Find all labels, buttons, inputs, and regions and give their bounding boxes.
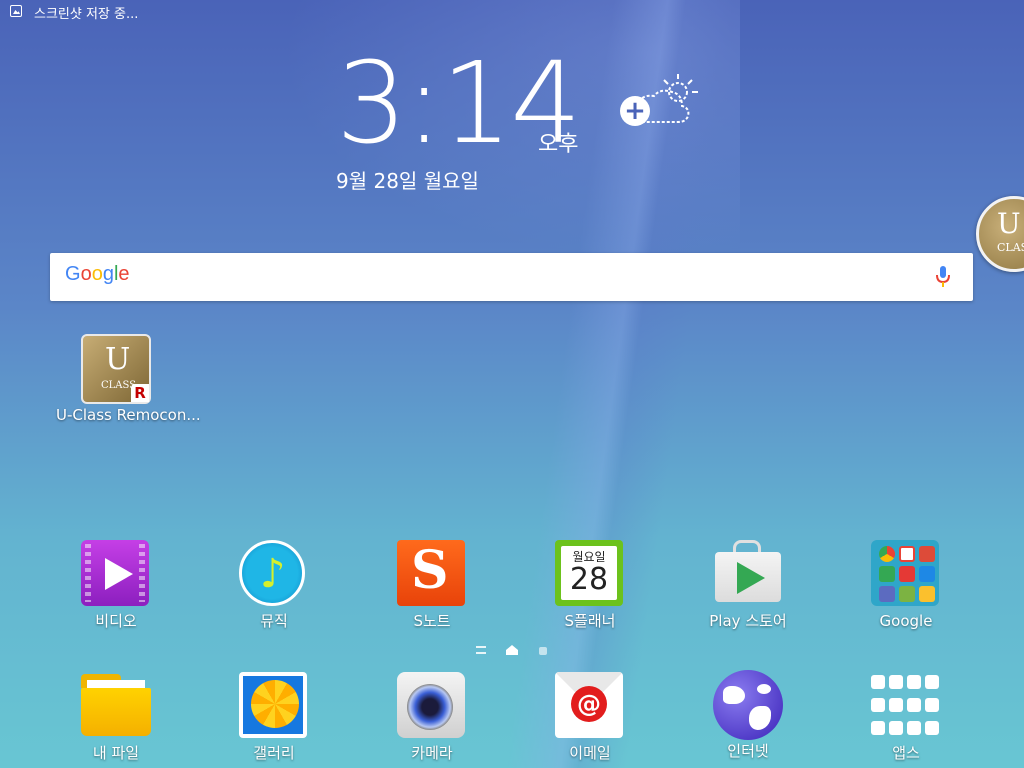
app-splanner[interactable]: 월요일 28 S플래너: [530, 540, 650, 631]
app-label: Play 스토어: [709, 612, 787, 630]
music-icon: ♪: [239, 540, 309, 608]
app-label: 뮤직: [260, 612, 288, 630]
gallery-icon: [239, 672, 309, 740]
app-music[interactable]: ♪ 뮤직: [214, 540, 334, 631]
weather-widget[interactable]: +: [620, 70, 710, 130]
app-gallery[interactable]: 갤러리: [214, 672, 334, 763]
uclass-remocon-icon: U CLASS R: [81, 334, 151, 404]
page-dot[interactable]: [539, 647, 547, 655]
app-label: 카메라: [411, 744, 453, 762]
app-label: U-Class Remocon...: [56, 406, 201, 424]
planner-day-number: 28: [569, 562, 609, 597]
app-play-store[interactable]: Play 스토어: [688, 540, 808, 631]
app-label: Google: [879, 612, 933, 630]
app-google-folder[interactable]: Google: [846, 540, 966, 630]
app-label: 인터넷: [727, 742, 769, 760]
snote-icon: S: [397, 540, 467, 608]
home-page-icon[interactable]: [505, 644, 519, 656]
app-grid-icon: [871, 672, 941, 740]
app-label: 갤러리: [253, 744, 295, 762]
google-folder-icon: [871, 540, 941, 608]
uclass-class-text: CLASS: [997, 241, 1024, 254]
video-icon: [81, 540, 151, 608]
clock-ampm: 오후: [538, 132, 579, 157]
uclass-floating-widget[interactable]: U CLASS: [976, 196, 1024, 272]
screenshot-image-icon: [10, 5, 22, 17]
app-camera[interactable]: 카메라: [372, 672, 492, 763]
clock-date[interactable]: 9월 28일 월요일: [336, 165, 479, 194]
add-weather-icon[interactable]: +: [620, 96, 650, 126]
app-label: S플래너: [564, 612, 616, 630]
status-bar: 스크린샷 저장 중...: [0, 0, 1024, 24]
app-label: 비디오: [95, 612, 137, 630]
uclass-u-letter: U: [997, 207, 1021, 240]
play-store-icon: [713, 540, 783, 608]
app-snote[interactable]: S S노트: [372, 540, 492, 631]
page-list-icon[interactable]: [476, 646, 486, 654]
microphone-icon[interactable]: [936, 266, 950, 288]
calendar-icon: 월요일 28: [555, 540, 625, 608]
app-label: S노트: [413, 612, 451, 630]
email-icon: @: [555, 672, 625, 740]
status-notification-text: 스크린샷 저장 중...: [34, 7, 139, 22]
camera-icon: [397, 672, 467, 740]
app-label: 이메일: [569, 744, 611, 762]
app-apps[interactable]: 앱스: [846, 672, 966, 763]
app-label: 앱스: [892, 744, 920, 762]
app-email[interactable]: @ 이메일: [530, 672, 650, 763]
app-my-files[interactable]: 내 파일: [56, 672, 176, 763]
app-label: 내 파일: [92, 744, 140, 762]
app-internet[interactable]: 인터넷: [688, 670, 808, 761]
folder-icon: [81, 672, 151, 740]
google-search-bar[interactable]: Google: [50, 253, 973, 301]
globe-icon: [713, 670, 783, 740]
app-video[interactable]: 비디오: [56, 540, 176, 631]
app-uclass-remocon[interactable]: U CLASS R U-Class Remocon...: [56, 334, 201, 424]
google-logo: Google: [65, 263, 130, 285]
